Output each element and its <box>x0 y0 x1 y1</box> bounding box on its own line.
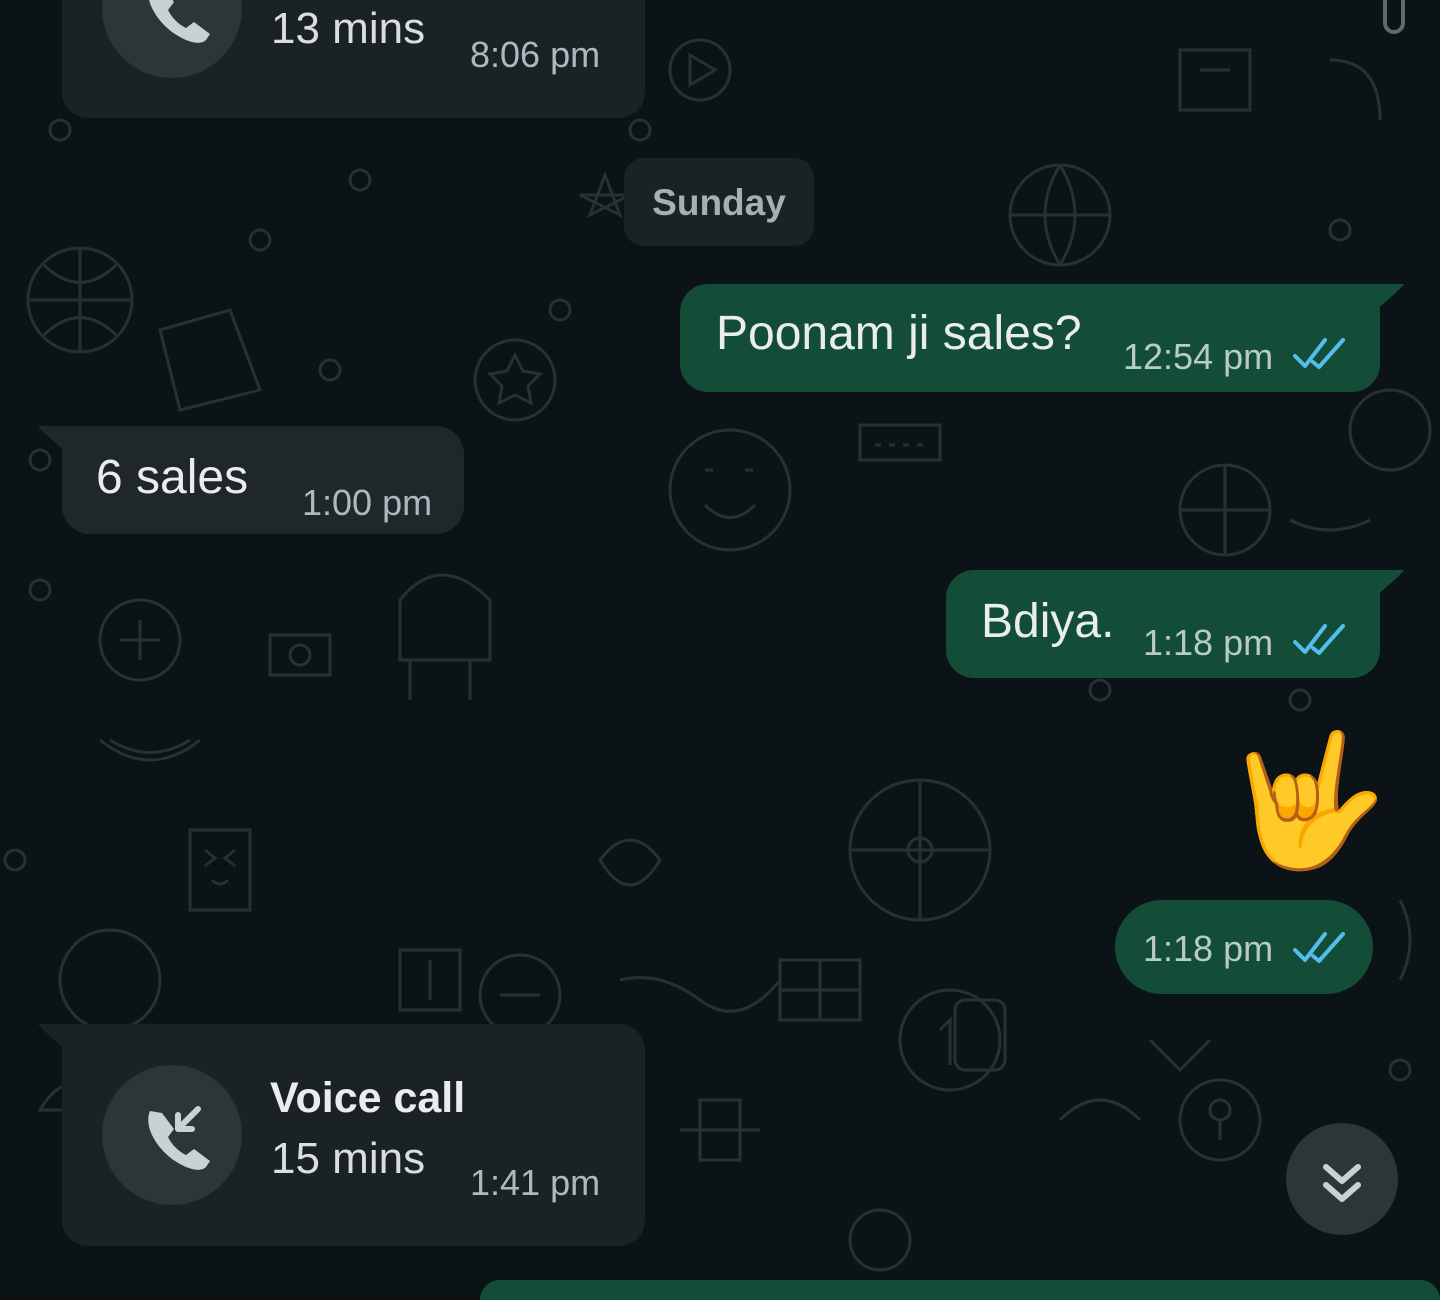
emoji-time-pill: 1:18 pm <box>1115 900 1373 994</box>
call-time: 1:41 pm <box>470 1162 601 1203</box>
call-bubble-top[interactable]: 13 mins 8:06 pm <box>62 0 645 118</box>
call-icon-circle <box>102 1065 242 1205</box>
message-text: 6 sales <box>96 451 249 504</box>
message-text: Bdiya. <box>981 595 1115 648</box>
date-divider: Sunday <box>624 158 814 246</box>
read-ticks-icon <box>1293 338 1345 369</box>
bubble-tail-incoming <box>38 426 64 450</box>
message-time: 1:18 pm <box>1143 622 1274 663</box>
read-ticks-icon <box>1293 624 1345 655</box>
date-divider-label: Sunday <box>652 182 786 223</box>
scroll-to-bottom-button[interactable] <box>1286 1123 1398 1235</box>
call-icon-circle <box>102 0 242 78</box>
message-text: Poonam ji sales? <box>716 307 1082 360</box>
next-bubble-edge <box>480 1280 1440 1300</box>
call-duration: 15 mins <box>271 1134 426 1183</box>
double-chevron-down-icon <box>1323 1164 1361 1202</box>
message-outgoing[interactable]: Poonam ji sales? 12:54 pm <box>680 284 1380 392</box>
bubble-tail-incoming <box>38 1024 64 1048</box>
bubble-tail-outgoing <box>1378 570 1404 594</box>
read-ticks-icon <box>1293 932 1345 963</box>
voice-call-bubble[interactable]: Voice call 15 mins 1:41 pm <box>62 1024 645 1246</box>
emoji-message[interactable]: 🤟 <box>1226 720 1388 880</box>
message-incoming[interactable]: 6 sales 1:00 pm <box>62 426 464 534</box>
message-time: 1:18 pm <box>1143 928 1274 969</box>
scrollbar-thumb[interactable] <box>1383 0 1405 34</box>
call-duration: 13 mins <box>271 4 426 53</box>
bubble-tail-outgoing <box>1378 284 1404 308</box>
phone-call-icon <box>149 0 210 43</box>
call-title: Voice call <box>270 1074 466 1122</box>
message-time: 12:54 pm <box>1123 336 1274 377</box>
message-outgoing[interactable]: Bdiya. 1:18 pm <box>946 570 1380 678</box>
message-time: 1:00 pm <box>302 482 433 523</box>
incoming-call-icon <box>148 1106 210 1170</box>
call-time: 8:06 pm <box>470 34 601 75</box>
